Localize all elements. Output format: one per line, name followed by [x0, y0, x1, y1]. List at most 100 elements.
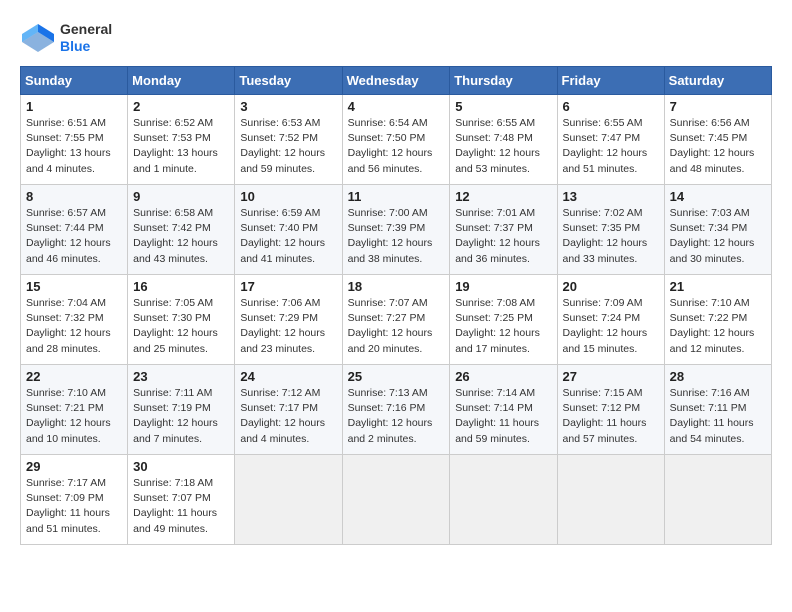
calendar-cell: [557, 455, 664, 545]
logo-visual: General Blue: [20, 20, 112, 56]
calendar-cell: 30 Sunrise: 7:18 AMSunset: 7:07 PMDayligh…: [128, 455, 235, 545]
calendar-cell: 2 Sunrise: 6:52 AMSunset: 7:53 PMDaylight…: [128, 95, 235, 185]
column-header-sunday: Sunday: [21, 67, 128, 95]
day-number: 9: [133, 189, 229, 204]
calendar-cell: 11 Sunrise: 7:00 AMSunset: 7:39 PMDayligh…: [342, 185, 450, 275]
calendar-week-row: 29 Sunrise: 7:17 AMSunset: 7:09 PMDayligh…: [21, 455, 772, 545]
day-number: 22: [26, 369, 122, 384]
calendar-cell: [450, 455, 557, 545]
calendar-cell: 26 Sunrise: 7:14 AMSunset: 7:14 PMDayligh…: [450, 365, 557, 455]
logo: General Blue: [20, 20, 112, 56]
day-info: Sunrise: 6:54 AMSunset: 7:50 PMDaylight:…: [348, 116, 445, 177]
calendar-cell: [664, 455, 771, 545]
calendar-cell: 15Sunrise: 7:04 AMSunset: 7:32 PMDayligh…: [21, 275, 128, 365]
day-number: 26: [455, 369, 551, 384]
day-info: Sunrise: 6:53 AMSunset: 7:52 PMDaylight:…: [240, 116, 336, 177]
day-number: 21: [670, 279, 766, 294]
day-info: Sunrise: 7:10 AMSunset: 7:22 PMDaylight:…: [670, 296, 766, 357]
calendar-cell: 28 Sunrise: 7:16 AMSunset: 7:11 PMDayligh…: [664, 365, 771, 455]
day-number: 1: [26, 99, 122, 114]
day-number: 15: [26, 279, 122, 294]
day-info: Sunrise: 7:00 AMSunset: 7:39 PMDaylight:…: [348, 206, 445, 267]
calendar-cell: 6 Sunrise: 6:55 AMSunset: 7:47 PMDaylight…: [557, 95, 664, 185]
day-number: 19: [455, 279, 551, 294]
calendar-cell: 29 Sunrise: 7:17 AMSunset: 7:09 PMDayligh…: [21, 455, 128, 545]
calendar-cell: 5 Sunrise: 6:55 AMSunset: 7:48 PMDaylight…: [450, 95, 557, 185]
day-info: Sunrise: 6:59 AMSunset: 7:40 PMDaylight:…: [240, 206, 336, 267]
day-info: Sunrise: 7:10 AMSunset: 7:21 PMDaylight:…: [26, 386, 122, 447]
calendar-header-row: SundayMondayTuesdayWednesdayThursdayFrid…: [21, 67, 772, 95]
day-info: Sunrise: 7:05 AMSunset: 7:30 PMDaylight:…: [133, 296, 229, 357]
day-info: Sunrise: 7:15 AMSunset: 7:12 PMDaylight:…: [563, 386, 659, 447]
day-info: Sunrise: 6:55 AMSunset: 7:47 PMDaylight:…: [563, 116, 659, 177]
day-info: Sunrise: 6:55 AMSunset: 7:48 PMDaylight:…: [455, 116, 551, 177]
day-number: 28: [670, 369, 766, 384]
calendar-cell: [342, 455, 450, 545]
day-number: 2: [133, 99, 229, 114]
day-info: Sunrise: 7:07 AMSunset: 7:27 PMDaylight:…: [348, 296, 445, 357]
page-header: General Blue: [20, 20, 772, 56]
calendar-week-row: 1 Sunrise: 6:51 AMSunset: 7:55 PMDaylight…: [21, 95, 772, 185]
day-number: 10: [240, 189, 336, 204]
calendar-cell: 22 Sunrise: 7:10 AMSunset: 7:21 PMDayligh…: [21, 365, 128, 455]
column-header-saturday: Saturday: [664, 67, 771, 95]
column-header-thursday: Thursday: [450, 67, 557, 95]
day-info: Sunrise: 7:02 AMSunset: 7:35 PMDaylight:…: [563, 206, 659, 267]
calendar-cell: 13 Sunrise: 7:02 AMSunset: 7:35 PMDayligh…: [557, 185, 664, 275]
day-number: 20: [563, 279, 659, 294]
calendar-cell: 4 Sunrise: 6:54 AMSunset: 7:50 PMDaylight…: [342, 95, 450, 185]
day-info: Sunrise: 6:52 AMSunset: 7:53 PMDaylight:…: [133, 116, 229, 177]
day-number: 4: [348, 99, 445, 114]
day-number: 23: [133, 369, 229, 384]
day-info: Sunrise: 6:58 AMSunset: 7:42 PMDaylight:…: [133, 206, 229, 267]
calendar-cell: 21 Sunrise: 7:10 AMSunset: 7:22 PMDayligh…: [664, 275, 771, 365]
calendar-cell: 24Sunrise: 7:12 AMSunset: 7:17 PMDayligh…: [235, 365, 342, 455]
calendar-cell: 17Sunrise: 7:06 AMSunset: 7:29 PMDayligh…: [235, 275, 342, 365]
calendar-cell: 23 Sunrise: 7:11 AMSunset: 7:19 PMDayligh…: [128, 365, 235, 455]
day-info: Sunrise: 7:06 AMSunset: 7:29 PMDaylight:…: [240, 296, 336, 357]
calendar-cell: 20 Sunrise: 7:09 AMSunset: 7:24 PMDayligh…: [557, 275, 664, 365]
day-info: Sunrise: 7:08 AMSunset: 7:25 PMDaylight:…: [455, 296, 551, 357]
day-info: Sunrise: 7:16 AMSunset: 7:11 PMDaylight:…: [670, 386, 766, 447]
day-number: 11: [348, 189, 445, 204]
calendar-cell: 19 Sunrise: 7:08 AMSunset: 7:25 PMDayligh…: [450, 275, 557, 365]
day-number: 7: [670, 99, 766, 114]
day-number: 27: [563, 369, 659, 384]
calendar-cell: 3 Sunrise: 6:53 AMSunset: 7:52 PMDaylight…: [235, 95, 342, 185]
day-info: Sunrise: 7:14 AMSunset: 7:14 PMDaylight:…: [455, 386, 551, 447]
logo-icon: [20, 20, 56, 56]
calendar-week-row: 15Sunrise: 7:04 AMSunset: 7:32 PMDayligh…: [21, 275, 772, 365]
calendar-week-row: 22 Sunrise: 7:10 AMSunset: 7:21 PMDayligh…: [21, 365, 772, 455]
column-header-friday: Friday: [557, 67, 664, 95]
day-info: Sunrise: 7:01 AMSunset: 7:37 PMDaylight:…: [455, 206, 551, 267]
day-info: Sunrise: 7:11 AMSunset: 7:19 PMDaylight:…: [133, 386, 229, 447]
day-number: 14: [670, 189, 766, 204]
calendar-cell: 1 Sunrise: 6:51 AMSunset: 7:55 PMDaylight…: [21, 95, 128, 185]
day-number: 30: [133, 459, 229, 474]
day-number: 13: [563, 189, 659, 204]
day-info: Sunrise: 7:17 AMSunset: 7:09 PMDaylight:…: [26, 476, 122, 537]
day-info: Sunrise: 6:51 AMSunset: 7:55 PMDaylight:…: [26, 116, 122, 177]
day-info: Sunrise: 6:57 AMSunset: 7:44 PMDaylight:…: [26, 206, 122, 267]
day-info: Sunrise: 7:18 AMSunset: 7:07 PMDaylight:…: [133, 476, 229, 537]
calendar-cell: 12 Sunrise: 7:01 AMSunset: 7:37 PMDayligh…: [450, 185, 557, 275]
column-header-monday: Monday: [128, 67, 235, 95]
day-number: 18: [348, 279, 445, 294]
day-number: 29: [26, 459, 122, 474]
column-header-tuesday: Tuesday: [235, 67, 342, 95]
calendar-cell: 10 Sunrise: 6:59 AMSunset: 7:40 PMDayligh…: [235, 185, 342, 275]
day-number: 3: [240, 99, 336, 114]
calendar-week-row: 8 Sunrise: 6:57 AMSunset: 7:44 PMDaylight…: [21, 185, 772, 275]
calendar-cell: 18 Sunrise: 7:07 AMSunset: 7:27 PMDayligh…: [342, 275, 450, 365]
calendar-cell: 9 Sunrise: 6:58 AMSunset: 7:42 PMDaylight…: [128, 185, 235, 275]
calendar-cell: [235, 455, 342, 545]
logo-text: General Blue: [60, 21, 112, 55]
day-number: 6: [563, 99, 659, 114]
day-info: Sunrise: 7:09 AMSunset: 7:24 PMDaylight:…: [563, 296, 659, 357]
calendar-table: SundayMondayTuesdayWednesdayThursdayFrid…: [20, 66, 772, 545]
calendar-cell: 8 Sunrise: 6:57 AMSunset: 7:44 PMDaylight…: [21, 185, 128, 275]
day-info: Sunrise: 7:12 AMSunset: 7:17 PMDaylight:…: [240, 386, 336, 447]
day-number: 12: [455, 189, 551, 204]
day-number: 5: [455, 99, 551, 114]
day-number: 8: [26, 189, 122, 204]
